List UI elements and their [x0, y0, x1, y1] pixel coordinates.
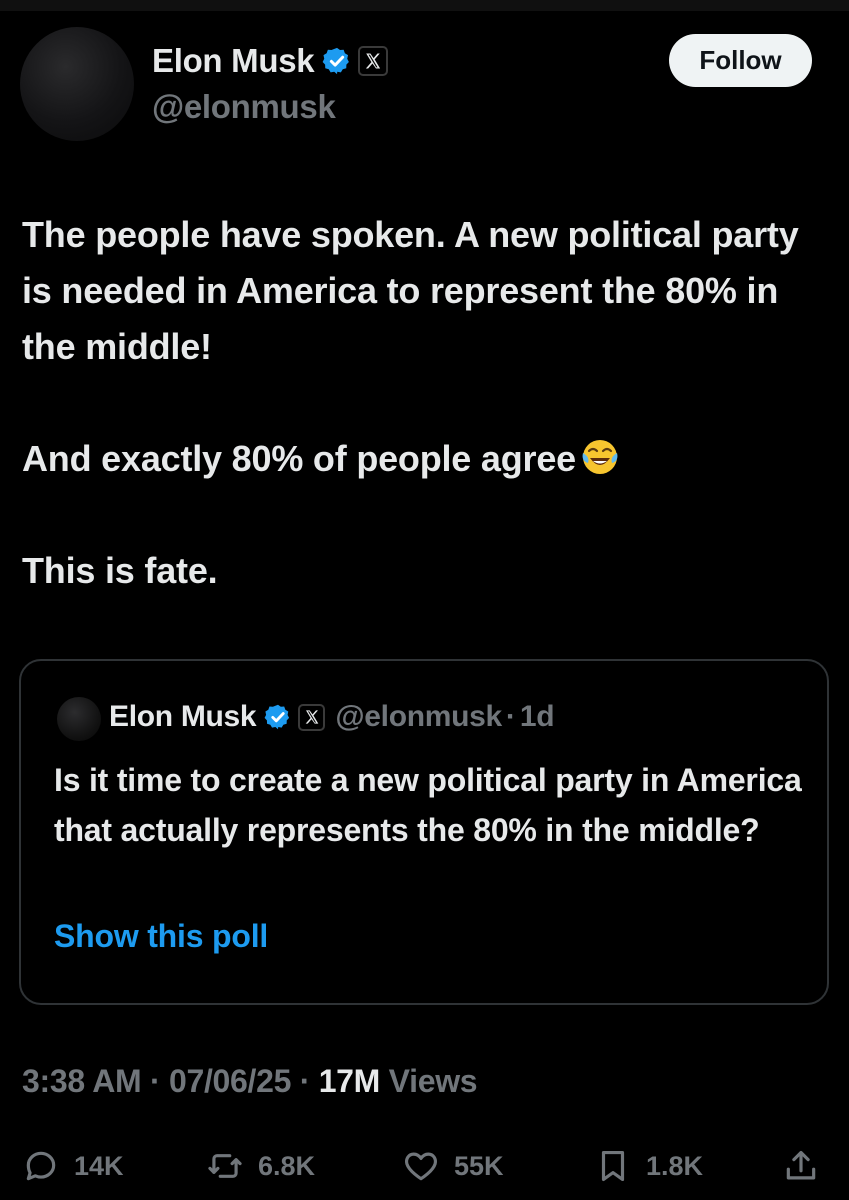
share-icon [786, 1150, 816, 1180]
separator-dot: · [150, 1063, 161, 1099]
author-handle[interactable]: @elonmusk [152, 88, 336, 126]
tweet-body-end: This is fate. [22, 550, 218, 591]
reply-button[interactable]: 14K [22, 1140, 124, 1192]
reply-count: 14K [74, 1150, 124, 1181]
tweet-body: The people have spoken. A new political … [22, 214, 799, 479]
bookmark-icon [601, 1150, 625, 1182]
reply-icon [26, 1151, 56, 1181]
repost-count: 6.8K [258, 1150, 316, 1181]
like-button[interactable]: 55K [402, 1140, 504, 1192]
tweet-text: The people have spoken. A new political … [22, 207, 822, 599]
quoted-tweet-time: 1d [519, 700, 555, 733]
quoted-tweet-card[interactable]: Elon Musk @elonmusk · 1d Is it time to c… [19, 659, 829, 1005]
follow-button[interactable]: Follow [669, 34, 812, 87]
views-count: 17M [318, 1063, 381, 1099]
share-button[interactable] [782, 1140, 820, 1192]
separator-dot: · [299, 1063, 311, 1099]
action-bar: 14K 6.8K 55K 1.8K [22, 1140, 827, 1192]
tweet-meta: 3:38 AM · 07/06/25 · 17M Views [22, 1063, 478, 1100]
bookmark-button[interactable]: 1.8K [594, 1140, 703, 1192]
tweet-date[interactable]: 07/06/25 [169, 1063, 291, 1099]
author-name[interactable]: Elon Musk [152, 42, 315, 80]
show-poll-link[interactable]: Show this poll [54, 918, 268, 955]
views-label: Views [388, 1063, 478, 1099]
bookmark-count: 1.8K [646, 1150, 704, 1181]
status-bar-strip [0, 0, 849, 11]
quoted-author-handle: @elonmusk [335, 700, 502, 733]
separator-dot: · [505, 700, 516, 733]
verified-badge-icon [322, 47, 350, 75]
quoted-tweet-header: Elon Musk @elonmusk · 1d [109, 695, 555, 739]
like-count: 55K [454, 1150, 504, 1181]
verified-badge-icon [264, 704, 290, 730]
x-affiliation-icon [358, 46, 389, 76]
author-name-row: Elon Musk [152, 40, 389, 82]
repost-button[interactable]: 6.8K [206, 1140, 315, 1192]
x-affiliation-icon [298, 703, 326, 731]
heart-icon [405, 1152, 437, 1181]
author-avatar[interactable] [20, 27, 134, 141]
tweet-time[interactable]: 3:38 AM [22, 1063, 142, 1099]
quoted-author-avatar [57, 697, 101, 741]
repost-icon [208, 1154, 242, 1178]
tears-of-joy-emoji-icon [582, 440, 618, 474]
quoted-author-name: Elon Musk [109, 700, 257, 733]
quoted-tweet-text: Is it time to create a new political par… [54, 762, 802, 848]
